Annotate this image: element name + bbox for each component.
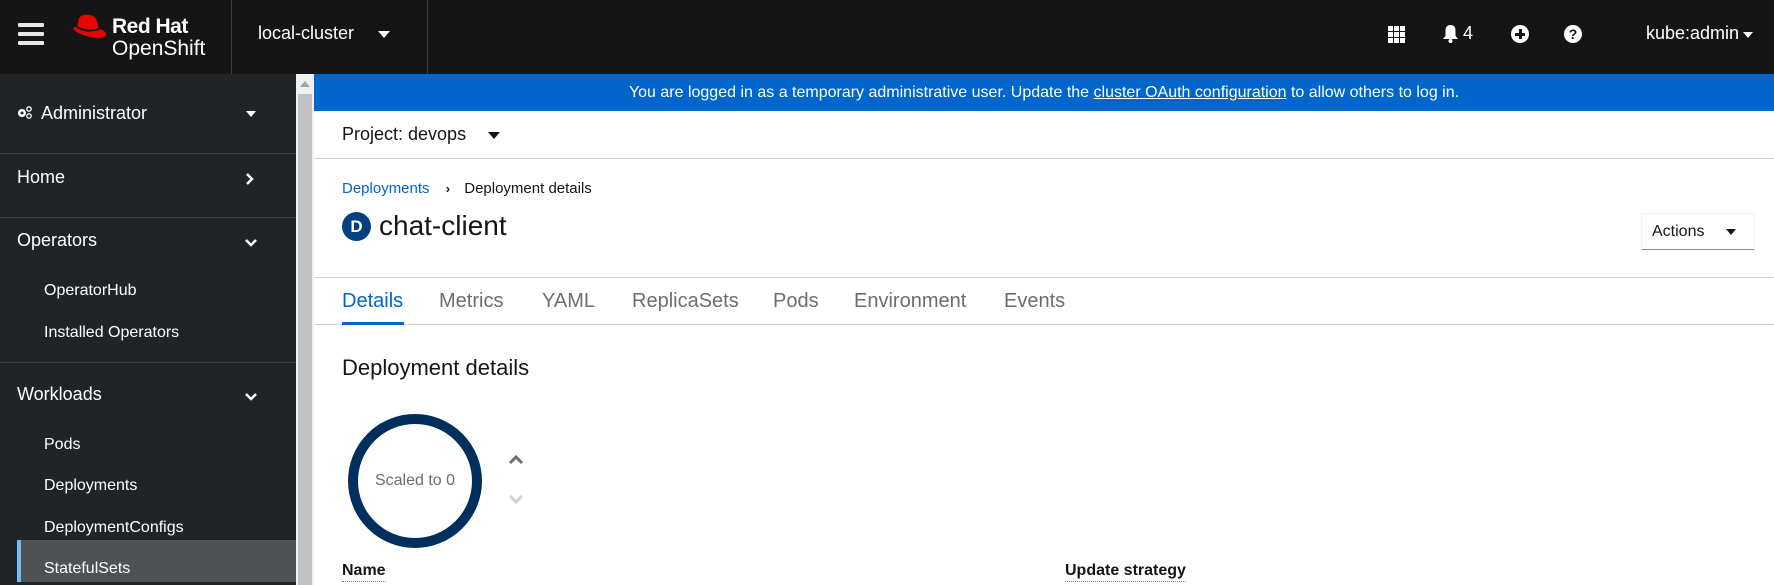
nav-item-deployments[interactable]: Deployments xyxy=(44,477,137,495)
page-title: D chat-client xyxy=(342,210,507,242)
nav-section-workloads[interactable]: Workloads xyxy=(17,384,102,405)
nav-divider xyxy=(0,217,296,218)
nav-item-operatorhub[interactable]: OperatorHub xyxy=(44,282,137,300)
tab-details[interactable]: Details xyxy=(342,290,403,313)
active-tab-indicator xyxy=(342,322,404,325)
app-launcher-icon[interactable] xyxy=(1388,26,1406,43)
chevron-right-icon[interactable] xyxy=(245,173,255,185)
tab-replicasets[interactable]: ReplicaSets xyxy=(632,290,739,313)
oauth-config-link[interactable]: cluster OAuth configuration xyxy=(1094,84,1287,101)
field-label-name: Name xyxy=(342,562,386,582)
sidebar-nav: Administrator Home Operators OperatorHub… xyxy=(0,74,296,585)
caret-down-icon xyxy=(1726,229,1736,235)
scrollbar-thumb[interactable] xyxy=(298,94,312,585)
caret-down-icon[interactable] xyxy=(246,111,256,117)
angle-right-icon: › xyxy=(445,181,451,196)
nav-item-pods[interactable]: Pods xyxy=(44,436,80,454)
bell-icon[interactable] xyxy=(1442,24,1459,43)
menu-icon[interactable] xyxy=(18,23,44,45)
brand-line1: Red Hat xyxy=(112,15,188,38)
resource-kind-badge: D xyxy=(342,211,371,241)
nav-item-deploymentconfigs[interactable]: DeploymentConfigs xyxy=(44,519,184,537)
tab-yaml[interactable]: YAML xyxy=(542,290,595,313)
nav-divider xyxy=(0,362,296,363)
chevron-down-icon[interactable] xyxy=(245,238,257,248)
notification-count[interactable]: 4 xyxy=(1463,23,1473,44)
project-bar: Project: devops xyxy=(314,111,1774,159)
nav-item-installed-operators[interactable]: Installed Operators xyxy=(44,324,179,342)
breadcrumb-deployments-link[interactable]: Deployments xyxy=(342,180,430,197)
scale-up-icon[interactable] xyxy=(508,452,524,468)
banner-text-before: You are logged in as a temporary adminis… xyxy=(628,84,1094,101)
masthead-divider xyxy=(427,0,428,74)
caret-down-icon[interactable] xyxy=(488,132,500,139)
masthead-divider xyxy=(231,0,232,74)
nav-section-home[interactable]: Home xyxy=(17,167,65,188)
pod-ring: Scaled to 0 xyxy=(348,414,482,548)
field-label-update-strategy: Update strategy xyxy=(1065,562,1186,582)
banner-text-after: to allow others to log in. xyxy=(1286,84,1460,101)
brand-line2: OpenShift xyxy=(112,37,206,60)
perspective-switcher[interactable]: Administrator xyxy=(41,103,147,124)
cluster-selector[interactable]: local-cluster xyxy=(258,23,354,44)
caret-down-icon[interactable] xyxy=(378,31,390,38)
nav-item-statefulsets[interactable]: StatefulSets xyxy=(44,560,130,578)
pod-ring-label: Scaled to 0 xyxy=(374,472,456,489)
actions-label: Actions xyxy=(1652,223,1705,240)
scale-down-icon[interactable] xyxy=(508,491,524,507)
nav-section-operators[interactable]: Operators xyxy=(17,230,97,251)
masthead: Red Hat OpenShift local-cluster 4 ? kube… xyxy=(0,0,1774,74)
brand-logo[interactable]: Red Hat OpenShift xyxy=(70,12,220,62)
plus-circle-icon[interactable] xyxy=(1511,25,1529,43)
temporary-admin-banner: You are logged in as a temporary adminis… xyxy=(314,74,1774,111)
scroll-up-arrow-icon[interactable] xyxy=(300,81,310,87)
actions-dropdown[interactable]: Actions xyxy=(1641,213,1755,250)
cogs-icon xyxy=(18,106,32,119)
section-title: Deployment details xyxy=(342,355,530,380)
chevron-down-icon[interactable] xyxy=(245,392,257,402)
tab-pods[interactable]: Pods xyxy=(773,290,819,313)
sidebar-scrollbar[interactable] xyxy=(296,74,314,585)
page-title-text: chat-client xyxy=(379,210,507,241)
tab-events[interactable]: Events xyxy=(1004,290,1065,313)
red-hat-icon xyxy=(73,14,107,39)
tab-metrics[interactable]: Metrics xyxy=(439,290,503,313)
tab-bar: Details Metrics YAML ReplicaSets Pods En… xyxy=(314,277,1774,325)
question-circle-icon[interactable]: ? xyxy=(1564,25,1582,43)
project-selector[interactable]: Project: devops xyxy=(342,124,466,145)
caret-down-icon[interactable] xyxy=(1743,32,1753,38)
nav-divider xyxy=(0,153,296,154)
user-menu[interactable]: kube:admin xyxy=(1646,23,1739,44)
breadcrumb-current: Deployment details xyxy=(464,180,592,197)
breadcrumb: Deployments › Deployment details xyxy=(342,180,592,197)
tab-environment[interactable]: Environment xyxy=(854,290,966,313)
